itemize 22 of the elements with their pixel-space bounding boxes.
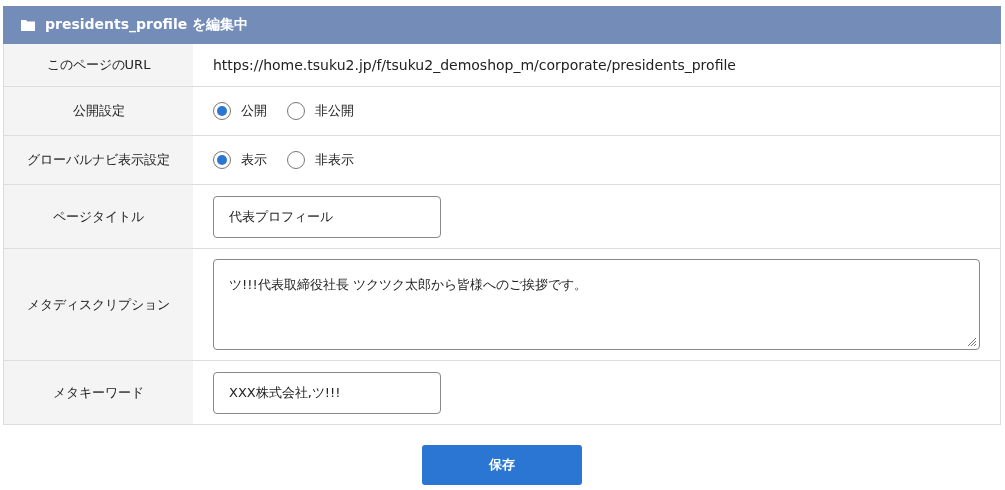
- header-title: presidents_profile を編集中: [45, 16, 249, 34]
- radio-label: 非公開: [315, 102, 354, 120]
- input-field[interactable]: 代表プロフィール: [213, 195, 441, 238]
- text-area[interactable]: ツ!!!代表取締役社長 ツクツク太郎から皆様へのご挨拶です。: [213, 259, 980, 350]
- field-label: グローバルナビ表示設定: [27, 151, 170, 169]
- radio-button[interactable]: [287, 151, 305, 169]
- input-field[interactable]: XXX株式会社,ツ!!!: [213, 371, 441, 414]
- field-label: メタキーワード: [53, 383, 144, 402]
- url-text: https://home.tsuku2.jp/f/tsuku2_demoshop_m/corporate/presidents_profile: [213, 57, 736, 73]
- radio-label: 公開: [241, 102, 267, 120]
- radio-button[interactable]: [213, 151, 231, 169]
- radio-label: 非表示: [315, 151, 354, 169]
- save-button[interactable]: 保存: [422, 445, 582, 485]
- field-label: このページのURL: [46, 56, 151, 74]
- resize-handle-icon[interactable]: [967, 337, 977, 347]
- field-label: ページタイトル: [53, 207, 144, 226]
- radio-button[interactable]: [287, 102, 305, 120]
- radio-label: 表示: [241, 151, 267, 169]
- folder-icon: [21, 19, 35, 31]
- field-label: 公開設定: [72, 102, 125, 120]
- field-label: メタディスクリプション: [27, 295, 170, 314]
- radio-button[interactable]: [213, 102, 231, 120]
